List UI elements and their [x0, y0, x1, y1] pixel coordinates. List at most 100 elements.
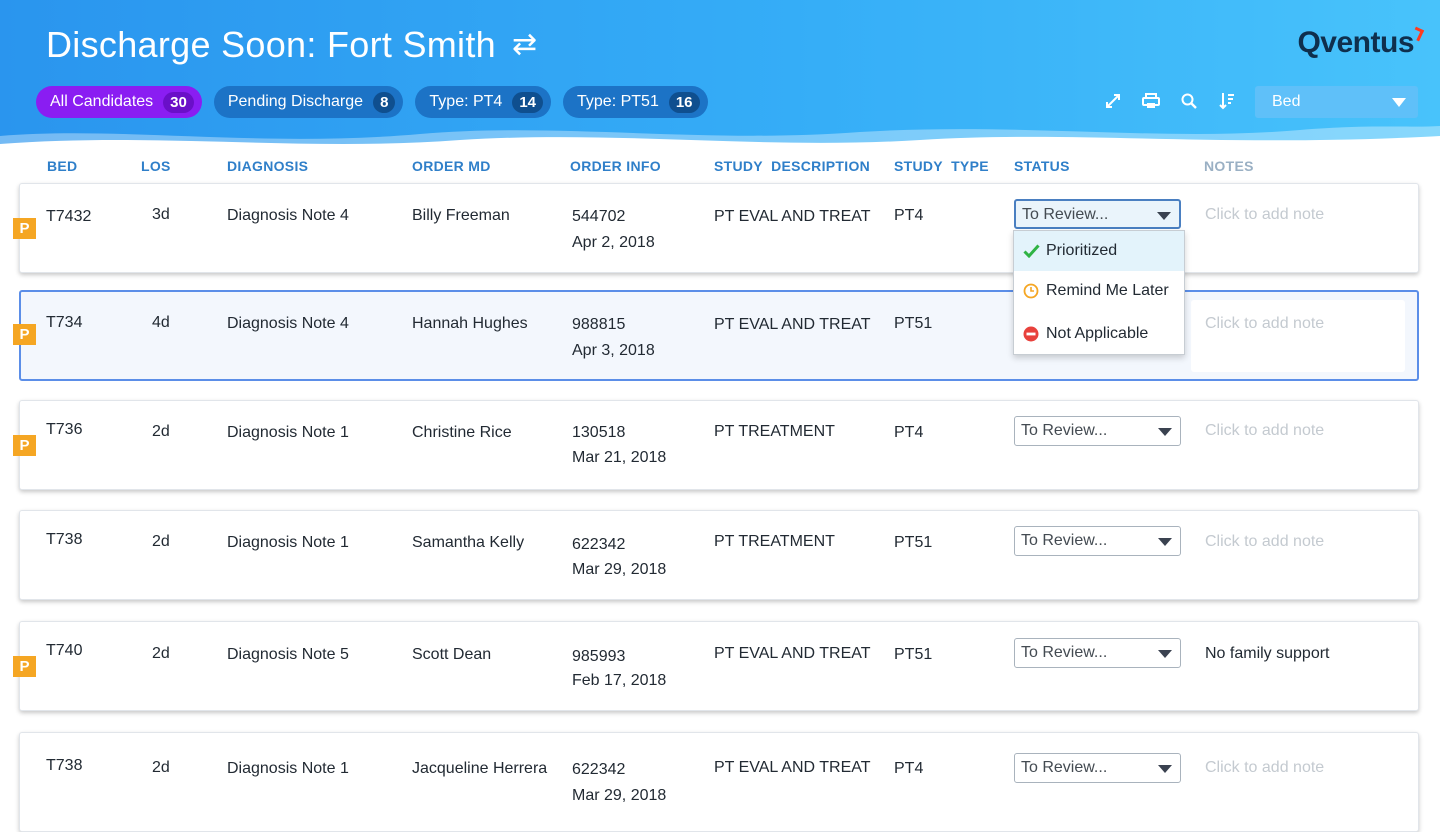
order-id-cell: 985993 [572, 648, 626, 665]
column-header-study-type[interactable]: STUDY TYPE [894, 158, 989, 174]
chevron-down-icon [1158, 765, 1172, 773]
order-md-cell: Jacqueline Herrera [412, 760, 548, 777]
checkmark-icon [1022, 242, 1040, 260]
order-id-cell: 130518 [572, 424, 626, 441]
sort-by-value: Bed [1272, 93, 1301, 110]
table-row[interactable]: P T740 2d Diagnosis Note 5 Scott Dean 98… [13, 621, 1419, 711]
order-md-cell: Christine Rice [412, 424, 512, 441]
status-select-value: To Review... [1021, 422, 1108, 439]
study-type-cell: PT51 [894, 315, 933, 332]
filter-chip-all-candidates[interactable]: All Candidates 30 [36, 86, 202, 118]
priority-flag: P [13, 218, 36, 239]
table-row[interactable]: P T736 2d Diagnosis Note 1 Christine Ric… [13, 400, 1419, 490]
study-description-cell: PT EVAL AND TREAT [714, 208, 871, 225]
status-select[interactable]: To Review... [1014, 638, 1181, 668]
column-header-order-info[interactable]: ORDER INFO [570, 158, 661, 174]
chevron-down-icon [1158, 538, 1172, 546]
page-title: Discharge Soon: Fort Smith ⇄ [46, 24, 537, 66]
priority-flag: P [13, 435, 36, 456]
filter-chip-type-pt51[interactable]: Type: PT51 16 [563, 86, 708, 118]
chip-label: Pending Discharge [227, 93, 364, 110]
toolbar [1104, 90, 1236, 112]
chip-count: 30 [163, 91, 194, 113]
study-type-cell: PT4 [894, 424, 924, 441]
column-header-study-description[interactable]: STUDY DESCRIPTION [714, 158, 870, 174]
status-option-not-applicable[interactable]: Not Applicable [1014, 311, 1184, 356]
diagnosis-cell: Diagnosis Note 4 [227, 207, 349, 224]
sort-by-select[interactable]: Bed [1255, 86, 1418, 118]
sort-icon[interactable] [1218, 90, 1236, 112]
status-option-label: Not Applicable [1046, 324, 1149, 342]
swap-arrows-icon[interactable]: ⇄ [512, 30, 537, 60]
study-description-cell: PT EVAL AND TREAT [714, 316, 871, 333]
diagnosis-cell: Diagnosis Note 4 [227, 315, 349, 332]
bed-cell: T740 [46, 642, 83, 659]
bed-cell: T734 [46, 314, 83, 331]
table-row[interactable]: T738 2d Diagnosis Note 1 Jacqueline Herr… [19, 732, 1419, 832]
header-wave-decoration [0, 126, 1440, 158]
print-icon[interactable] [1142, 90, 1160, 112]
column-header-diagnosis[interactable]: DIAGNOSIS [227, 158, 308, 174]
note-input-box[interactable] [1191, 300, 1405, 372]
bed-cell: T736 [46, 421, 83, 438]
filter-chip-type-pt4[interactable]: Type: PT4 14 [415, 86, 552, 118]
no-entry-icon [1022, 325, 1040, 343]
chip-label: Type: PT51 [577, 93, 659, 110]
priority-flag: P [13, 324, 36, 345]
note-cell[interactable]: Click to add note [1205, 533, 1324, 551]
order-md-cell: Billy Freeman [412, 207, 510, 224]
study-description-cell: PT TREATMENT [714, 423, 835, 440]
clock-icon [1022, 282, 1040, 300]
note-cell[interactable]: Click to add note [1205, 422, 1324, 440]
status-select[interactable]: To Review... [1014, 753, 1181, 783]
study-type-cell: PT51 [894, 534, 933, 551]
chip-count: 16 [668, 91, 700, 113]
los-cell: 2d [152, 759, 170, 776]
chip-label: Type: PT4 [429, 93, 503, 110]
study-description-cell: PT EVAL AND TREAT [714, 645, 871, 662]
order-date-cell: Apr 2, 2018 [572, 234, 655, 251]
status-select[interactable]: To Review... [1014, 416, 1181, 446]
diagnosis-cell: Diagnosis Note 1 [227, 534, 349, 551]
status-option-label: Remind Me Later [1046, 282, 1169, 299]
order-id-cell: 988815 [572, 316, 626, 333]
bed-cell: T7432 [46, 208, 92, 225]
filter-chips: All Candidates 30 Pending Discharge 8 Ty… [36, 86, 708, 118]
column-header-los[interactable]: LOS [141, 158, 171, 174]
note-cell[interactable]: Click to add note [1205, 206, 1324, 224]
los-cell: 2d [152, 423, 170, 440]
study-description-cell: PT EVAL AND TREAT [714, 759, 871, 776]
order-md-cell: Hannah Hughes [412, 315, 528, 332]
priority-flag: P [13, 656, 36, 677]
column-header-status[interactable]: STATUS [1014, 158, 1070, 174]
status-option-prioritized[interactable]: Prioritized [1014, 231, 1184, 271]
chevron-down-icon [1158, 428, 1172, 436]
note-cell[interactable]: Click to add note [1205, 759, 1324, 777]
status-option-remind-me-later[interactable]: Remind Me Later [1014, 271, 1184, 311]
order-date-cell: Feb 17, 2018 [572, 672, 667, 689]
note-cell[interactable]: Click to add note [1205, 315, 1324, 333]
diagnosis-cell: Diagnosis Note 1 [227, 424, 349, 441]
table-row-selected[interactable]: P T734 4d Diagnosis Note 4 Hannah Hughes… [13, 290, 1419, 381]
diagnosis-cell: Diagnosis Note 5 [227, 646, 349, 663]
status-select[interactable]: To Review... [1014, 199, 1181, 229]
column-header-bed[interactable]: BED [47, 158, 77, 174]
qventus-logo: Qventus [1297, 26, 1425, 60]
status-select-value: To Review... [1021, 759, 1108, 776]
status-select[interactable]: To Review... [1014, 526, 1181, 556]
note-cell[interactable]: No family support [1205, 645, 1330, 663]
status-select-value: To Review... [1021, 532, 1108, 549]
expand-icon[interactable] [1104, 90, 1122, 112]
table-row[interactable]: T738 2d Diagnosis Note 1 Samantha Kelly … [19, 510, 1419, 600]
filter-chip-pending-discharge[interactable]: Pending Discharge 8 [213, 86, 404, 118]
chip-count: 14 [512, 91, 544, 113]
table-row[interactable]: P T7432 3d Diagnosis Note 4 Billy Freema… [13, 183, 1419, 273]
order-id-cell: 622342 [572, 536, 626, 553]
column-header-order-md[interactable]: ORDER MD [412, 158, 491, 174]
chevron-down-icon [1392, 98, 1406, 107]
search-icon[interactable] [1180, 90, 1198, 112]
page-header: Discharge Soon: Fort Smith ⇄ Qventus All… [0, 0, 1440, 158]
order-id-cell: 622342 [572, 761, 626, 778]
bed-cell: T738 [46, 757, 83, 774]
order-md-cell: Samantha Kelly [412, 534, 525, 551]
